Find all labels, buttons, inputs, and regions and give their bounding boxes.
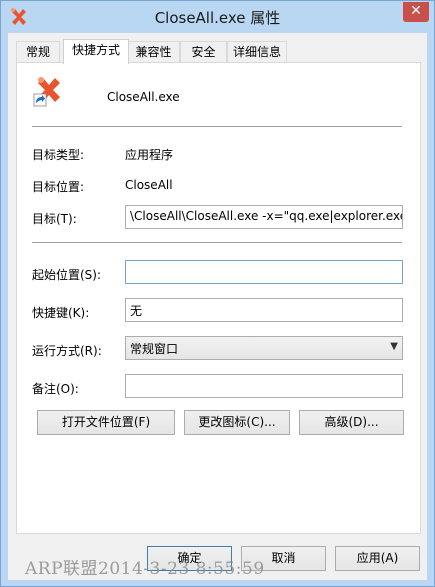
shortcut-name: CloseAll.exe (107, 90, 180, 104)
target-type-label: 目标类型: (32, 148, 85, 162)
target-input[interactable]: \CloseAll\CloseAll.exe -x="qq.exe|explor… (125, 205, 403, 229)
run-mode-value: 常规窗口 (130, 342, 179, 356)
run-mode-select[interactable]: 常规窗口 ▼ (125, 336, 403, 360)
target-location-label: 目标位置: (32, 180, 85, 194)
divider (32, 126, 402, 127)
target-label: 目标(T): (32, 212, 77, 226)
tab-shortcut[interactable]: 快捷方式 (63, 39, 129, 64)
hotkey-input[interactable]: 无 (125, 298, 403, 322)
start-in-input[interactable] (125, 260, 403, 284)
close-button[interactable]: ✕ (403, 2, 429, 22)
shortcut-panel: CloseAll.exe 目标类型: 应用程序 目标位置: CloseAll 目… (16, 62, 421, 534)
change-icon-button[interactable]: 更改图标(C)... (184, 410, 290, 435)
comment-input[interactable] (125, 374, 403, 398)
title-bar[interactable]: CloseAll.exe 属性 ✕ (1, 1, 434, 33)
apply-button[interactable]: 应用(A) (335, 546, 420, 571)
dialog-client: 常规 快捷方式 兼容性 安全 详细信息 CloseAll.exe 目标类型: 应… (8, 33, 427, 580)
tab-details[interactable]: 详细信息 (227, 41, 287, 62)
window-title: CloseAll.exe 属性 (154, 9, 281, 27)
hotkey-label: 快捷键(K): (32, 306, 90, 320)
open-file-location-button[interactable]: 打开文件位置(F) (37, 410, 175, 435)
tab-compatibility[interactable]: 兼容性 (127, 41, 180, 62)
shortcut-file-icon (33, 77, 60, 107)
comment-label: 备注(O): (32, 382, 79, 396)
start-in-label: 起始位置(S): (32, 268, 102, 282)
watermark: ARP联盟2014-3-23 8:55:59 (25, 559, 265, 579)
chevron-down-icon: ▼ (390, 341, 398, 352)
tab-security[interactable]: 安全 (180, 41, 227, 62)
divider (32, 242, 402, 243)
target-location-value: CloseAll (125, 178, 173, 192)
target-type-value: 应用程序 (125, 148, 174, 162)
tab-general[interactable]: 常规 (16, 41, 60, 62)
advanced-button[interactable]: 高级(D)... (299, 410, 404, 435)
properties-window: CloseAll.exe 属性 ✕ 常规 快捷方式 兼容性 安全 详细信息 Cl… (0, 0, 435, 587)
run-label: 运行方式(R): (32, 344, 102, 358)
